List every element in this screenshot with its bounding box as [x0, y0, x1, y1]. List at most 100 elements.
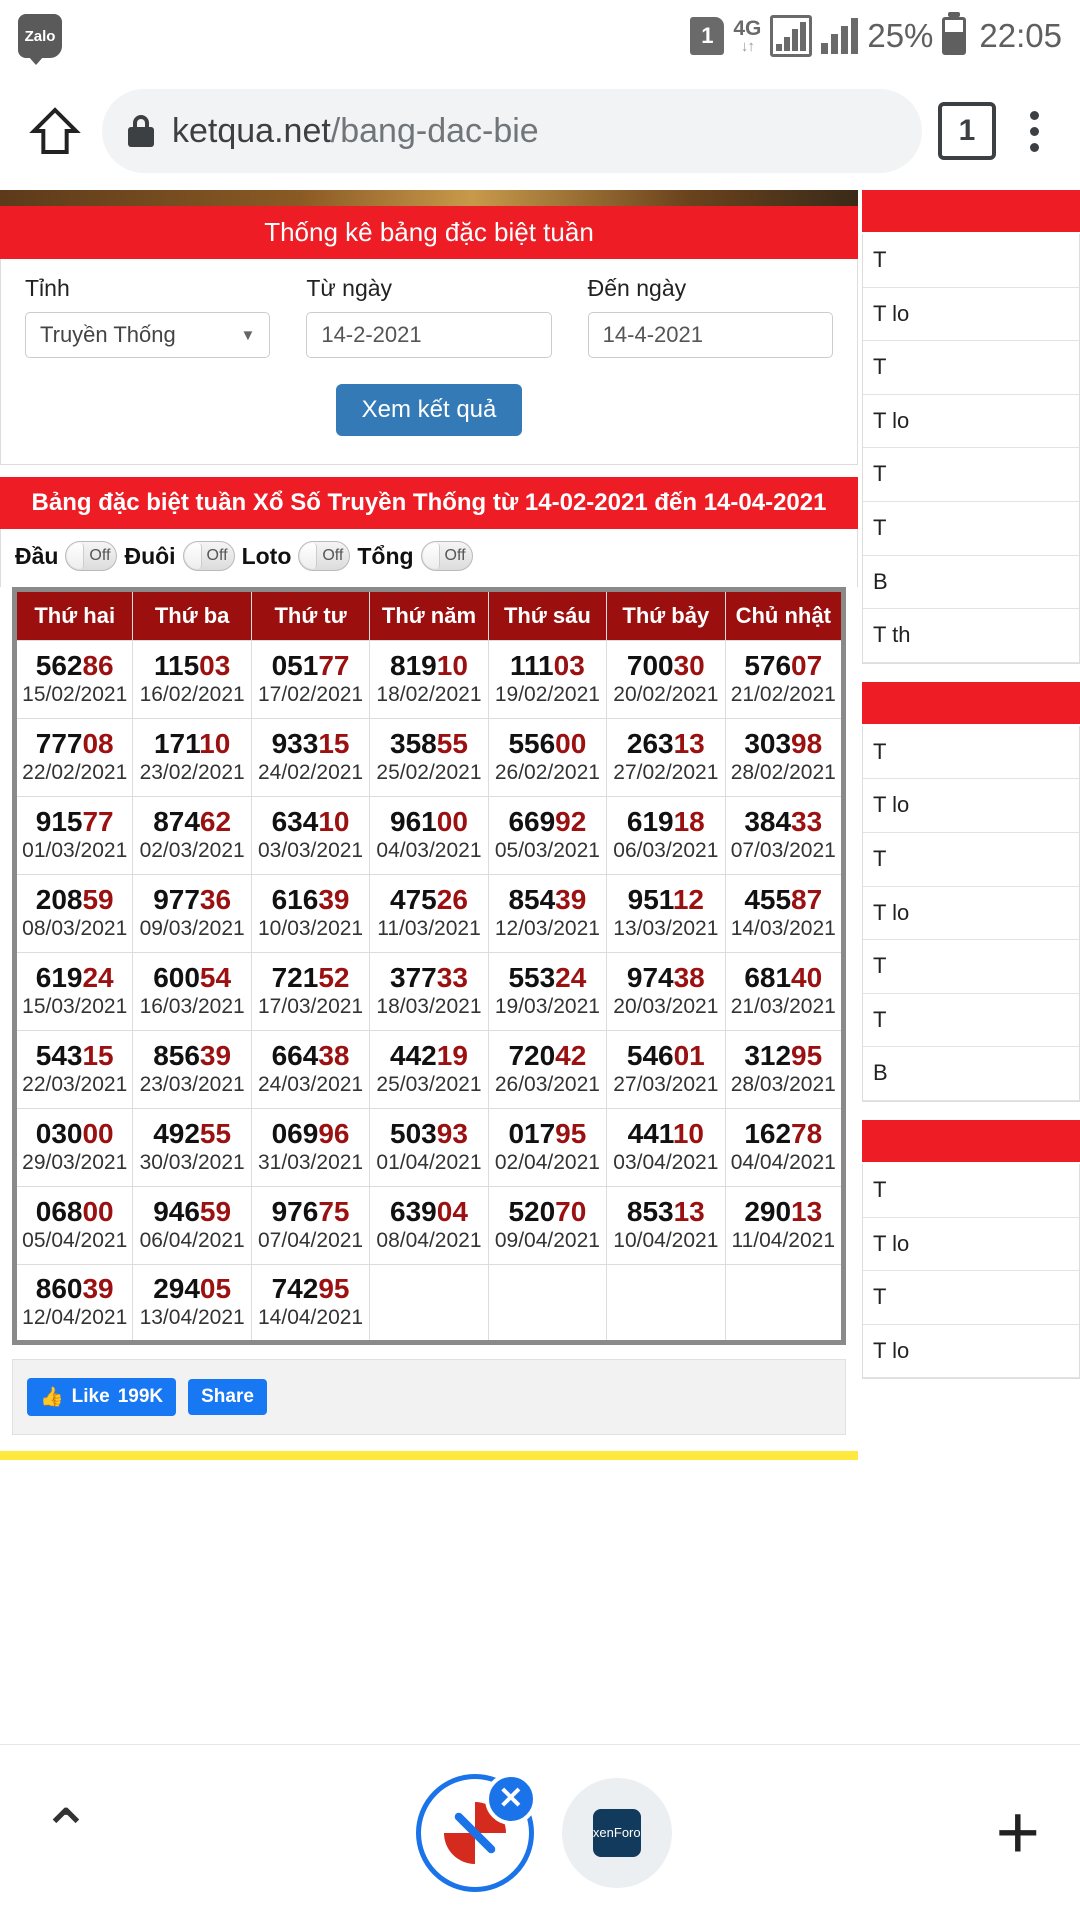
- table-cell[interactable]: 74295 14/04/2021: [250, 1264, 371, 1343]
- table-cell[interactable]: 97438 20/03/2021: [606, 952, 726, 1031]
- sidebar-row[interactable]: B: [863, 556, 1079, 610]
- table-cell[interactable]: 35855 25/02/2021: [369, 718, 489, 797]
- sidebar-row[interactable]: T: [863, 833, 1079, 887]
- table-cell[interactable]: 96100 04/03/2021: [369, 796, 489, 875]
- table-cell[interactable]: [369, 1264, 489, 1343]
- table-cell[interactable]: 97736 09/03/2021: [132, 874, 252, 953]
- tab-count-button[interactable]: 1: [938, 102, 996, 160]
- table-cell[interactable]: 11503 16/02/2021: [132, 640, 252, 719]
- toggle-switch-dau[interactable]: Off: [65, 541, 118, 571]
- table-cell[interactable]: 54601 27/03/2021: [606, 1030, 726, 1109]
- table-cell[interactable]: 06800 05/04/2021: [13, 1186, 134, 1265]
- table-cell[interactable]: 56286 15/02/2021: [13, 640, 134, 719]
- table-cell[interactable]: 31295 28/03/2021: [724, 1030, 845, 1109]
- table-cell[interactable]: 87462 02/03/2021: [132, 796, 252, 875]
- table-cell[interactable]: 97675 07/04/2021: [250, 1186, 371, 1265]
- address-bar[interactable]: ketqua.net/bang-dac-bie: [102, 89, 922, 173]
- table-cell[interactable]: 57607 21/02/2021: [724, 640, 845, 719]
- table-cell[interactable]: 47526 11/03/2021: [369, 874, 489, 953]
- close-icon[interactable]: ✕: [484, 1772, 537, 1825]
- table-cell[interactable]: 29013 11/04/2021: [724, 1186, 845, 1265]
- table-cell[interactable]: 29405 13/04/2021: [132, 1264, 252, 1343]
- table-cell[interactable]: 61639 10/03/2021: [250, 874, 371, 953]
- table-cell[interactable]: 20859 08/03/2021: [13, 874, 134, 953]
- plus-icon[interactable]: +: [996, 1794, 1040, 1871]
- sidebar-row[interactable]: T lo: [863, 779, 1079, 833]
- table-cell[interactable]: 55600 26/02/2021: [487, 718, 608, 797]
- table-cell[interactable]: 30398 28/02/2021: [724, 718, 845, 797]
- facebook-like-button[interactable]: 👍 Like 199K: [27, 1378, 177, 1416]
- table-cell[interactable]: 93315 24/02/2021: [250, 718, 371, 797]
- floating-action-button-primary[interactable]: ✕: [415, 1772, 537, 1892]
- table-cell[interactable]: 60054 16/03/2021: [132, 952, 252, 1031]
- sidebar-row[interactable]: T th: [863, 609, 1079, 663]
- sidebar-row[interactable]: T: [863, 234, 1079, 288]
- sidebar-row[interactable]: T lo: [863, 1325, 1079, 1379]
- table-cell[interactable]: 54315 22/03/2021: [13, 1030, 134, 1109]
- table-cell[interactable]: 37733 18/03/2021: [369, 952, 489, 1031]
- table-cell[interactable]: 55324 19/03/2021: [487, 952, 608, 1031]
- sidebar-row[interactable]: T: [863, 726, 1079, 780]
- view-results-button[interactable]: Xem kết quả: [335, 384, 523, 436]
- table-cell[interactable]: 52070 09/04/2021: [487, 1186, 608, 1265]
- chevron-up-icon[interactable]: ⌃: [40, 1801, 92, 1864]
- table-cell[interactable]: 45587 14/03/2021: [724, 874, 845, 953]
- table-cell[interactable]: 72152 17/03/2021: [250, 952, 371, 1031]
- table-cell[interactable]: 66992 05/03/2021: [487, 796, 608, 875]
- sidebar-row[interactable]: B: [863, 1047, 1079, 1101]
- table-cell[interactable]: 38433 07/03/2021: [724, 796, 845, 875]
- table-cell[interactable]: 85439 12/03/2021: [487, 874, 608, 953]
- table-cell[interactable]: 72042 26/03/2021: [487, 1030, 608, 1109]
- sidebar-row[interactable]: T lo: [863, 288, 1079, 342]
- table-cell[interactable]: 50393 01/04/2021: [369, 1108, 489, 1187]
- table-cell[interactable]: 95112 13/03/2021: [606, 874, 726, 953]
- sidebar-row[interactable]: T lo: [863, 1218, 1079, 1272]
- sidebar-row[interactable]: T lo: [863, 395, 1079, 449]
- sidebar-row[interactable]: T: [863, 1164, 1079, 1218]
- table-cell[interactable]: 85313 10/04/2021: [606, 1186, 726, 1265]
- table-cell[interactable]: 77708 22/02/2021: [13, 718, 134, 797]
- table-cell[interactable]: 61924 15/03/2021: [13, 952, 134, 1031]
- table-cell[interactable]: 70030 20/02/2021: [606, 640, 726, 719]
- toggle-switch-tong[interactable]: Off: [420, 541, 473, 571]
- to-date-input[interactable]: 14-4-2021: [587, 312, 833, 358]
- facebook-share-button[interactable]: Share: [188, 1379, 267, 1415]
- from-date-input[interactable]: 14-2-2021: [306, 312, 552, 358]
- table-cell[interactable]: 11103 19/02/2021: [487, 640, 608, 719]
- table-cell[interactable]: [487, 1264, 608, 1343]
- table-cell[interactable]: 66438 24/03/2021: [250, 1030, 371, 1109]
- toggle-switch-loto[interactable]: Off: [298, 541, 351, 571]
- table-cell[interactable]: 68140 21/03/2021: [724, 952, 845, 1031]
- table-cell[interactable]: 91577 01/03/2021: [13, 796, 134, 875]
- table-cell[interactable]: 49255 30/03/2021: [132, 1108, 252, 1187]
- province-select[interactable]: Truyền Thống ▼: [25, 312, 271, 358]
- table-cell[interactable]: 05177 17/02/2021: [250, 640, 371, 719]
- sidebar-row[interactable]: T: [863, 994, 1079, 1048]
- table-cell[interactable]: 16278 04/04/2021: [724, 1108, 845, 1187]
- table-cell[interactable]: 06996 31/03/2021: [250, 1108, 371, 1187]
- home-icon[interactable]: [24, 100, 86, 162]
- sidebar-row[interactable]: T lo: [863, 887, 1079, 941]
- table-cell[interactable]: 44110 03/04/2021: [606, 1108, 726, 1187]
- sidebar-row[interactable]: T: [863, 341, 1079, 395]
- table-cell[interactable]: 81910 18/02/2021: [369, 640, 489, 719]
- sidebar-row[interactable]: T: [863, 1271, 1079, 1325]
- kebab-menu-icon[interactable]: [1012, 110, 1056, 152]
- table-cell[interactable]: [724, 1264, 845, 1343]
- table-cell[interactable]: 61918 06/03/2021: [606, 796, 726, 875]
- floating-action-button-secondary[interactable]: xenForo: [561, 1777, 672, 1888]
- table-cell[interactable]: 86039 12/04/2021: [13, 1264, 134, 1343]
- table-cell[interactable]: 85639 23/03/2021: [132, 1030, 252, 1109]
- table-cell[interactable]: 94659 06/04/2021: [132, 1186, 252, 1265]
- sidebar-row[interactable]: T: [863, 940, 1079, 994]
- table-cell[interactable]: 44219 25/03/2021: [369, 1030, 489, 1109]
- table-cell[interactable]: 17110 23/02/2021: [132, 718, 252, 797]
- table-cell[interactable]: 01795 02/04/2021: [487, 1108, 608, 1187]
- table-cell[interactable]: [606, 1264, 726, 1343]
- toggle-switch-duoi[interactable]: Off: [182, 541, 235, 571]
- sidebar-row[interactable]: T: [863, 448, 1079, 502]
- table-cell[interactable]: 26313 27/02/2021: [606, 718, 726, 797]
- table-cell[interactable]: 63904 08/04/2021: [369, 1186, 489, 1265]
- table-cell[interactable]: 03000 29/03/2021: [13, 1108, 134, 1187]
- table-cell[interactable]: 63410 03/03/2021: [250, 796, 371, 875]
